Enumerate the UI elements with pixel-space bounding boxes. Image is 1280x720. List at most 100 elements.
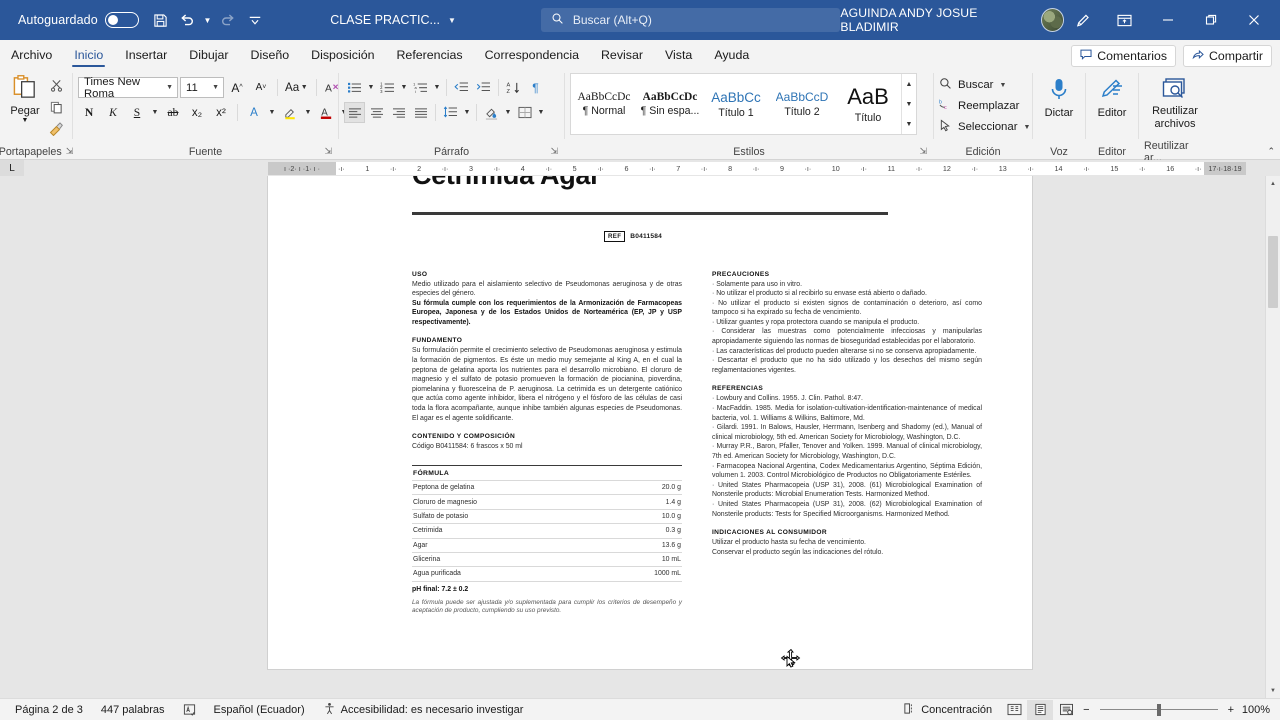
zoom-level[interactable]: 100% bbox=[1238, 704, 1274, 716]
text-effects-chevron-down-icon[interactable]: ▼ bbox=[267, 102, 277, 123]
strikethrough-button[interactable]: ab bbox=[162, 102, 184, 123]
vertical-scrollbar[interactable]: ▲ ▼ bbox=[1265, 176, 1280, 698]
tab-diseno[interactable]: Diseño bbox=[240, 42, 301, 68]
read-mode-icon[interactable] bbox=[1001, 700, 1027, 720]
tab-insertar[interactable]: Insertar bbox=[114, 42, 178, 68]
accessibility-status[interactable]: Accesibilidad: es necesario investigar bbox=[314, 702, 533, 718]
scroll-up-icon[interactable]: ▲ bbox=[1266, 176, 1280, 191]
copy-icon[interactable] bbox=[45, 97, 67, 117]
superscript-button[interactable]: x² bbox=[210, 102, 232, 123]
find-button[interactable]: Buscar ▼ bbox=[939, 75, 1030, 95]
dictate-button[interactable]: Dictar bbox=[1038, 71, 1080, 119]
font-size-select[interactable]: 11 ▼ bbox=[180, 77, 224, 98]
chevron-down-icon[interactable]: ▼ bbox=[166, 84, 173, 91]
justify-icon[interactable] bbox=[410, 102, 431, 123]
share-button[interactable]: Compartir bbox=[1183, 45, 1272, 67]
dialog-launcher-icon[interactable]: ⇲ bbox=[919, 146, 927, 157]
tab-ayuda[interactable]: Ayuda bbox=[703, 42, 760, 68]
zoom-out-button[interactable]: − bbox=[1079, 704, 1093, 716]
tab-correspondencia[interactable]: Correspondencia bbox=[474, 42, 590, 68]
underline-chevron-down-icon[interactable]: ▼ bbox=[150, 102, 160, 123]
account-area[interactable]: AGUINDA ANDY JOSUE BLADIMIR bbox=[840, 6, 1064, 34]
shading-icon[interactable] bbox=[481, 102, 502, 123]
subscript-button[interactable]: x₂ bbox=[186, 102, 208, 123]
word-count[interactable]: 447 palabras bbox=[92, 704, 174, 716]
language-indicator[interactable]: Español (Ecuador) bbox=[205, 704, 314, 716]
restore-button[interactable] bbox=[1189, 0, 1232, 40]
borders-icon[interactable] bbox=[514, 102, 535, 123]
document-canvas[interactable]: Cetrimida Agar REF B0411584 USO Medio ut… bbox=[0, 176, 1280, 698]
collapse-ribbon-icon[interactable]: ⌃ bbox=[1267, 146, 1275, 157]
page-indicator[interactable]: Página 2 de 3 bbox=[6, 704, 92, 716]
tab-vista[interactable]: Vista bbox=[654, 42, 703, 68]
replace-button[interactable]: bc Reemplazar bbox=[939, 96, 1030, 116]
comments-button[interactable]: Comentarios bbox=[1071, 45, 1177, 67]
text-effects-button[interactable]: A bbox=[243, 102, 265, 123]
web-layout-icon[interactable] bbox=[1053, 700, 1079, 720]
avatar[interactable] bbox=[1040, 8, 1064, 32]
highlight-button[interactable] bbox=[279, 102, 301, 123]
document-title[interactable]: CLASE PRACTIC... ▼ bbox=[330, 13, 456, 27]
highlight-chevron-down-icon[interactable]: ▼ bbox=[303, 102, 313, 123]
close-button[interactable] bbox=[1233, 0, 1276, 40]
redo-icon[interactable] bbox=[214, 7, 241, 33]
focus-mode-button[interactable]: Concentración bbox=[894, 702, 1001, 718]
numbered-list-icon[interactable]: 123 bbox=[377, 77, 398, 98]
borders-chevron-down-icon[interactable]: ▼ bbox=[536, 102, 546, 123]
italic-button[interactable]: K bbox=[102, 102, 124, 123]
chevron-down-icon[interactable]: ▼ bbox=[1024, 124, 1031, 131]
tab-archivo[interactable]: Archivo bbox=[0, 42, 63, 68]
tab-dibujar[interactable]: Dibujar bbox=[178, 42, 239, 68]
font-family-select[interactable]: Times New Roma ▼ bbox=[78, 76, 178, 100]
scrollbar-thumb[interactable] bbox=[1268, 236, 1278, 308]
style-normal[interactable]: AaBbCcDc ¶ Normal bbox=[571, 74, 637, 134]
style-titulo[interactable]: AaB Título bbox=[835, 74, 901, 134]
align-right-icon[interactable] bbox=[388, 102, 409, 123]
style-sin-espaciado[interactable]: AaBbCcDc ¶ Sin espa... bbox=[637, 74, 703, 134]
paste-chevron-down-icon[interactable]: ▼ bbox=[22, 117, 29, 124]
align-center-icon[interactable] bbox=[366, 102, 387, 123]
undo-chevron-down-icon[interactable]: ▼ bbox=[201, 7, 215, 33]
print-layout-icon[interactable] bbox=[1027, 699, 1054, 720]
chevron-up-icon[interactable]: ▲ bbox=[902, 74, 916, 94]
tab-referencias[interactable]: Referencias bbox=[385, 42, 473, 68]
dialog-launcher-icon[interactable]: ⇲ bbox=[324, 146, 332, 157]
tab-inicio[interactable]: Inicio bbox=[63, 42, 114, 68]
paste-button[interactable]: Pegar ▼ bbox=[5, 71, 45, 124]
document-title-chevron-down-icon[interactable]: ▼ bbox=[448, 16, 456, 25]
zoom-thumb[interactable] bbox=[1156, 703, 1161, 716]
save-icon[interactable] bbox=[147, 7, 174, 33]
grow-font-button[interactable]: A ^ bbox=[226, 77, 248, 98]
shrink-font-button[interactable]: A ˅ bbox=[250, 77, 272, 98]
customize-quick-access-icon[interactable] bbox=[241, 7, 268, 33]
chevron-down-icon[interactable]: ▼ bbox=[212, 84, 219, 91]
dialog-launcher-icon[interactable]: ⇲ bbox=[550, 146, 558, 157]
minimize-button[interactable] bbox=[1146, 0, 1189, 40]
cut-icon[interactable] bbox=[45, 75, 67, 95]
document-page[interactable]: Cetrimida Agar REF B0411584 USO Medio ut… bbox=[268, 176, 1032, 669]
tab-stop-selector[interactable]: L bbox=[0, 160, 24, 176]
decrease-indent-icon[interactable] bbox=[451, 77, 472, 98]
select-button[interactable]: Seleccionar ▼ bbox=[939, 117, 1030, 137]
style-titulo-2[interactable]: AaBbCcD Título 2 bbox=[769, 74, 835, 134]
line-spacing-chevron-down-icon[interactable]: ▼ bbox=[462, 102, 472, 123]
undo-icon[interactable] bbox=[174, 7, 201, 33]
chevron-down-icon[interactable]: ▼ bbox=[902, 94, 916, 114]
bullets-chevron-down-icon[interactable]: ▼ bbox=[366, 77, 376, 98]
autosave-toggle[interactable]: Autoguardado bbox=[4, 7, 147, 33]
shading-chevron-down-icon[interactable]: ▼ bbox=[503, 102, 513, 123]
tab-revisar[interactable]: Revisar bbox=[590, 42, 654, 68]
ribbon-display-options-icon[interactable] bbox=[1103, 0, 1146, 40]
numbering-chevron-down-icon[interactable]: ▼ bbox=[399, 77, 409, 98]
sort-icon[interactable]: AZ bbox=[503, 77, 524, 98]
horizontal-ruler[interactable]: ı · 2 · ı · 1 · ı · ·ı· 1 ·ı· 2 ·ı· 3 ·ı· 4… bbox=[268, 162, 1246, 175]
chevron-down-icon[interactable]: ▼ bbox=[999, 82, 1006, 89]
zoom-slider[interactable] bbox=[1099, 700, 1218, 720]
multilevel-list-icon[interactable]: 1ai bbox=[410, 77, 431, 98]
line-spacing-icon[interactable] bbox=[440, 102, 461, 123]
reuse-files-button[interactable]: Reutilizar archivos bbox=[1144, 71, 1206, 130]
bold-button[interactable]: N bbox=[78, 102, 100, 123]
pen-icon[interactable] bbox=[1064, 0, 1103, 40]
change-case-button[interactable]: Aa ▼ bbox=[283, 77, 311, 98]
underline-button[interactable]: S bbox=[126, 102, 148, 123]
